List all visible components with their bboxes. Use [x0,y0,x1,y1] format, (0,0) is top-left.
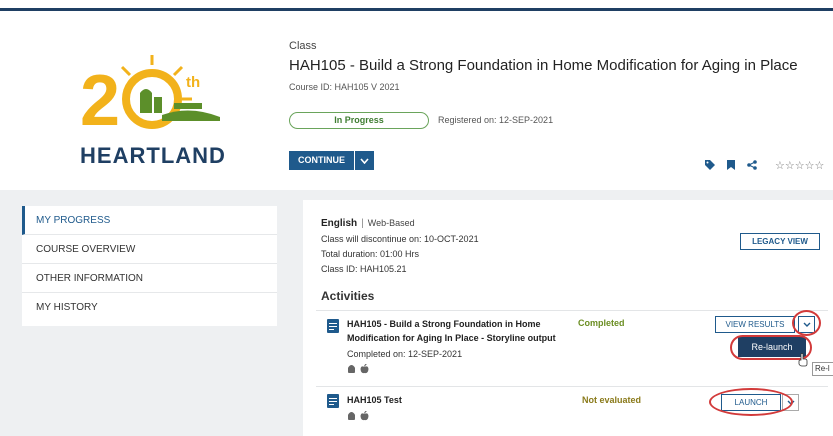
logo-wordmark: HEARTLAND [80,143,226,168]
language: English [321,218,358,229]
total-duration: Total duration: 01:00 Hrs [321,249,420,259]
highlight-circle [709,388,793,416]
document-icon [327,319,339,333]
apple-icon [360,364,369,374]
tag-icon[interactable] [705,160,715,170]
course-id: Course ID: HAH105 V 2021 [289,82,400,92]
side-navigation: MY PROGRESS COURSE OVERVIEW OTHER INFORM… [22,206,277,326]
activity-title-line-1[interactable]: HAH105 - Build a Strong Foundation in Ho… [347,317,541,331]
android-icon [348,365,355,373]
hand-cursor-icon [798,353,808,367]
rating-stars[interactable]: ☆☆☆☆☆ [775,159,824,172]
activity-status: Not evaluated [582,395,642,405]
nav-item-my-history[interactable]: MY HISTORY [22,293,277,322]
language-line: English | Web-Based [321,218,415,229]
svg-text:th: th [186,74,200,91]
nav-item-other-information[interactable]: OTHER INFORMATION [22,264,277,293]
nav-item-course-overview[interactable]: COURSE OVERVIEW [22,235,277,264]
apple-icon [360,411,369,421]
discontinue-date: Class will discontinue on: 10-OCT-2021 [321,234,479,244]
course-header: 2 th HEARTLAND Class HAH105 - Build a St… [0,11,833,191]
completed-date: Completed on: 12-SEP-2021 [347,349,463,359]
separator: | [361,218,364,229]
progress-panel: English | Web-Based Class will discontinue… [303,200,833,436]
document-icon [327,394,339,408]
nav-item-my-progress[interactable]: MY PROGRESS [22,206,277,235]
registered-date: Registered on: 12-SEP-2021 [438,115,554,125]
bookmark-icon[interactable] [727,160,735,170]
highlight-circle [792,310,821,336]
share-icon[interactable] [747,160,757,170]
logo-graphic-icon: 2 th [80,55,220,141]
platform-icons [347,411,369,421]
status-badge: In Progress [289,112,429,129]
heartland-20th-logo: 2 th HEARTLAND [70,53,240,171]
legacy-view-button[interactable]: LEGACY VIEW [740,233,820,250]
class-id: Class ID: HAH105.21 [321,264,407,274]
activities-heading: Activities [321,289,375,303]
chevron-down-icon [360,157,369,164]
activity-title[interactable]: HAH105 Test [347,393,402,407]
page-title: HAH105 - Build a Strong Foundation in Ho… [289,57,798,74]
delivery-type: Web-Based [367,218,415,228]
platform-icons [347,364,369,374]
tooltip: Re-l [812,362,833,376]
content-type-label: Class [289,40,317,52]
view-results-button[interactable]: VIEW RESULTS [715,316,795,333]
android-icon [348,412,355,420]
continue-dropdown-button[interactable] [355,151,374,170]
activity-row: HAH105 Test Not evaluated LAUNCH [316,386,828,436]
activity-title-line-2[interactable]: Modification for Aging In Place - Storyl… [347,331,556,345]
continue-button[interactable]: CONTINUE [289,151,354,170]
activity-status: Completed [578,318,625,328]
svg-text:2: 2 [80,61,120,141]
course-actions: ☆☆☆☆☆ [705,159,824,172]
